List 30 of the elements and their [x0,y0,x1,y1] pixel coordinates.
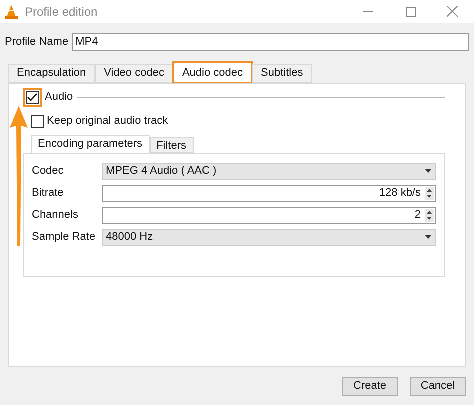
window-title: Profile edition [25,4,98,20]
dropdown[interactable]: 48000 Hz [102,228,436,246]
caret-icon [425,235,432,239]
spin-box[interactable]: 128 kb/s [102,184,436,202]
dropdown[interactable]: MPEG 4 Audio ( AAC ) [102,162,436,180]
field-label: Codec [32,164,65,179]
maximize-icon[interactable] [406,6,416,16]
checkbox[interactable] [26,91,39,104]
spinner-arrows-icon[interactable] [425,208,434,222]
tab[interactable]: Video codec [95,64,174,83]
field-label: Sample Rate [32,230,97,245]
field-label: Profile Name [5,34,69,50]
checkbox-label: Keep original audio track [47,114,168,129]
tab[interactable]: Encapsulation [8,64,96,83]
tab[interactable]: Filters [150,136,194,152]
dialog-button[interactable]: Cancel [410,377,466,396]
field-label: Bitrate [32,186,65,201]
tab[interactable]: Encoding parameters [31,134,150,152]
caret-icon [425,169,432,173]
dialog-button[interactable]: Create [342,377,398,396]
spin-box[interactable]: 2 [102,206,436,224]
close-icon[interactable] [447,6,458,17]
checkbox[interactable] [31,114,44,128]
field-label: Channels [32,208,80,223]
traffic-cone-icon [5,4,18,18]
tab[interactable]: Audio codec [173,62,252,83]
tab[interactable]: Subtitles [252,64,312,83]
group-label: Audio [45,90,74,106]
spinner-arrows-icon[interactable] [425,186,434,200]
profile-name-field[interactable]: MP4 [72,33,469,51]
